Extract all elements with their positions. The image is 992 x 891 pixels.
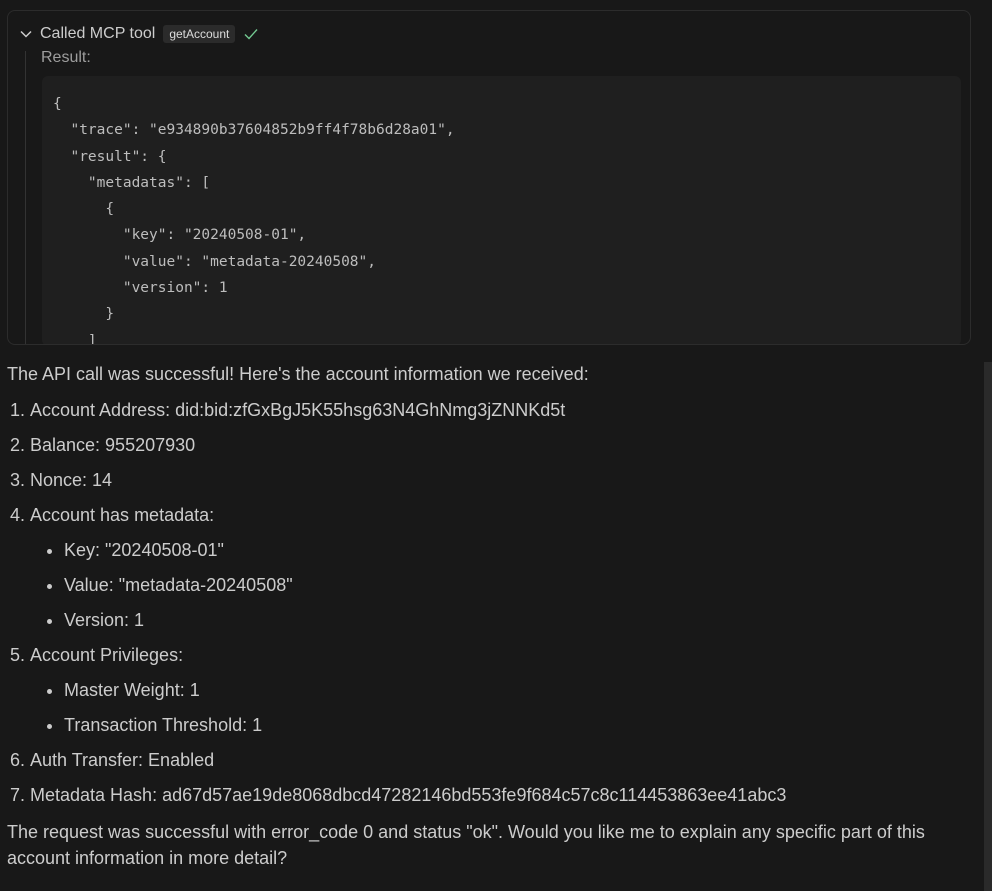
list-item-text: Auth Transfer: Enabled [30,750,215,770]
sub-list-item: Transaction Threshold: 1 [64,714,967,737]
chevron-down-icon[interactable] [18,26,34,42]
result-code-block[interactable]: { "trace": "e934890b37604852b9ff4f78b6d2… [42,76,961,345]
sub-list-item: Key: "20240508-01" [64,539,967,562]
mcp-tool-call-card: Called MCP tool getAccount Result: { "tr… [7,10,971,345]
list-item: Balance: 955207930 [30,434,967,457]
tool-name-badge: getAccount [163,25,236,43]
list-item-text: Nonce: 14 [30,470,113,490]
tool-call-title: Called MCP tool [40,25,156,42]
list-item-text: Metadata Hash: ad67d57ae19de8068dbcd4728… [30,785,787,805]
list-item-text: Account Privileges: [30,645,184,665]
assistant-response: The API call was successful! Here's the … [7,361,967,871]
sub-list-item: Master Weight: 1 [64,679,967,702]
response-intro: The API call was successful! Here's the … [7,364,589,384]
tool-call-header[interactable]: Called MCP tool getAccount [18,23,259,45]
list-item: Auth Transfer: Enabled [30,749,967,772]
list-item-text: Balance: 955207930 [30,435,196,455]
sub-list: Master Weight: 1 Transaction Threshold: 1 [30,679,967,737]
list-item: Account Privileges: Master Weight: 1 Trans… [30,644,967,737]
sub-list-item: Version: 1 [64,609,967,632]
result-code-text: { "trace": "e934890b37604852b9ff4f78b6d2… [53,96,455,345]
list-item-text: Account Address: did:bid:zfGxBgJ5K55hsg6… [30,400,566,420]
sub-list: Key: "20240508-01" Value: "metadata-20240… [30,539,967,632]
list-item: Account Address: did:bid:zfGxBgJ5K55hsg6… [30,399,967,422]
vertical-scrollbar[interactable] [984,362,992,891]
list-item: Metadata Hash: ad67d57ae19de8068dbcd4728… [30,784,967,807]
list-item: Nonce: 14 [30,469,967,492]
sub-list-item: Value: "metadata-20240508" [64,574,967,597]
account-info-list: Account Address: did:bid:zfGxBgJ5K55hsg6… [7,399,967,807]
response-outro: The request was successful with error_co… [7,822,925,868]
result-label: Result: [41,49,91,66]
list-item-text: Account has metadata: [30,505,215,525]
list-item: Account has metadata: Key: "20240508-01" V… [30,504,967,632]
result-indent-rail [25,51,26,344]
checkmark-icon [243,26,259,42]
